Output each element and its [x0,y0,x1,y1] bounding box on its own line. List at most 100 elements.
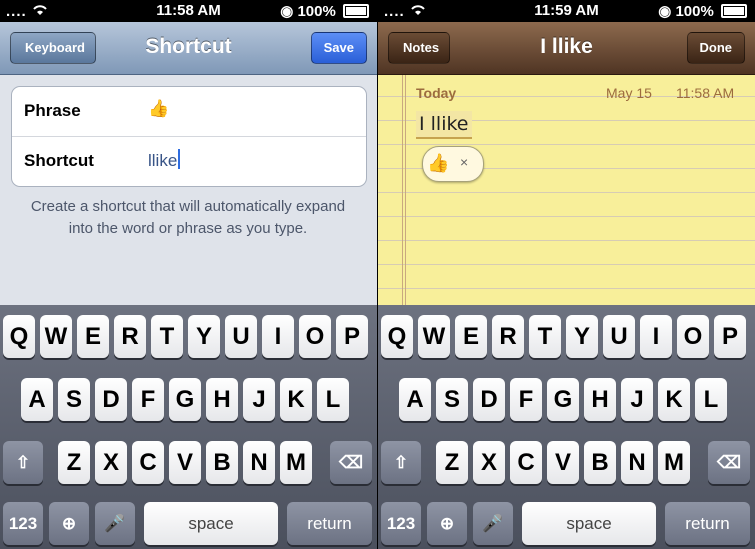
key-k[interactable]: K [658,378,690,421]
key-u[interactable]: U [603,315,635,358]
key-s[interactable]: S [436,378,468,421]
key-l[interactable]: L [695,378,727,421]
space-key[interactable]: space [144,502,278,545]
key-n[interactable]: N [243,441,275,484]
key-b[interactable]: B [206,441,238,484]
microphone-key[interactable]: 🎤 [95,502,135,545]
key-p[interactable]: P [714,315,746,358]
microphone-key[interactable]: 🎤 [473,502,513,545]
globe-key[interactable]: ⊕ [427,502,467,545]
key-n[interactable]: N [621,441,653,484]
key-o[interactable]: O [677,315,709,358]
key-q[interactable]: Q [3,315,35,358]
numbers-key[interactable]: 123 [381,502,421,545]
delete-key[interactable]: ⌫ [708,441,750,484]
key-h[interactable]: H [206,378,238,421]
suggestion-emoji[interactable]: 👍 [427,153,449,174]
battery-area: ◉ 100% [280,2,369,20]
microphone-icon: 🎤 [482,514,504,533]
text-cursor [178,149,181,169]
battery-icon [343,4,369,18]
key-r[interactable]: R [492,315,524,358]
note-paper[interactable] [378,75,755,305]
lock-icon: ◉ [280,3,294,20]
shortcut-text: llike [148,151,178,170]
numbers-key[interactable]: 123 [3,502,43,545]
close-icon[interactable]: × [460,154,468,170]
help-text: Create a shortcut that will automaticall… [30,198,346,237]
key-c[interactable]: C [510,441,542,484]
key-e[interactable]: E [77,315,109,358]
notes-screen: .... 11:59 AM ◉ 100% Notes I llike Done … [378,0,755,549]
key-o[interactable]: O [299,315,331,358]
key-f[interactable]: F [132,378,164,421]
battery-percent: 100% [297,3,336,20]
key-t[interactable]: T [151,315,183,358]
margin-line [402,75,403,305]
key-z[interactable]: Z [58,441,90,484]
key-q[interactable]: Q [381,315,413,358]
delete-key[interactable]: ⌫ [330,441,372,484]
key-d[interactable]: D [95,378,127,421]
key-m[interactable]: M [658,441,690,484]
key-m[interactable]: M [280,441,312,484]
note-time: 11:58 AM [676,85,735,101]
navigation-bar: Notes I llike Done [378,22,755,75]
key-a[interactable]: A [399,378,431,421]
key-g[interactable]: G [169,378,201,421]
autocorrect-suggestion[interactable]: 👍 × [422,146,484,182]
key-r[interactable]: R [114,315,146,358]
note-body-text[interactable]: I llike [416,111,472,139]
key-t[interactable]: T [529,315,561,358]
key-z[interactable]: Z [436,441,468,484]
key-k[interactable]: K [280,378,312,421]
key-e[interactable]: E [455,315,487,358]
phrase-value[interactable]: 👍 [148,99,169,119]
key-g[interactable]: G [547,378,579,421]
shortcut-input[interactable]: llike [148,149,181,171]
key-x[interactable]: X [473,441,505,484]
globe-icon: ⊕ [61,514,77,533]
key-l[interactable]: L [317,378,349,421]
key-v[interactable]: V [169,441,201,484]
globe-icon: ⊕ [439,514,455,533]
shift-icon: ⇧ [393,453,409,472]
key-f[interactable]: F [510,378,542,421]
keyboard: Q W E R T Y U I O P A S D F G H J K L ⇧ … [378,305,755,549]
shortcut-row[interactable]: Shortcut llike [12,137,366,186]
key-j[interactable]: J [621,378,653,421]
margin-line-inner [405,75,406,305]
shift-key[interactable]: ⇧ [3,441,43,484]
key-v[interactable]: V [547,441,579,484]
key-u[interactable]: U [225,315,257,358]
key-d[interactable]: D [473,378,505,421]
done-button[interactable]: Done [686,32,745,64]
shortcut-label: Shortcut [24,151,94,170]
return-key[interactable]: return [287,502,372,545]
key-y[interactable]: Y [566,315,598,358]
key-b[interactable]: B [584,441,616,484]
key-i[interactable]: I [640,315,672,358]
key-w[interactable]: W [40,315,72,358]
battery-percent: 100% [675,3,714,20]
key-x[interactable]: X [95,441,127,484]
return-key[interactable]: return [665,502,750,545]
save-button[interactable]: Save [310,32,367,64]
key-p[interactable]: P [336,315,368,358]
key-j[interactable]: J [243,378,275,421]
key-s[interactable]: S [58,378,90,421]
shift-key[interactable]: ⇧ [381,441,421,484]
key-h[interactable]: H [584,378,616,421]
key-y[interactable]: Y [188,315,220,358]
globe-key[interactable]: ⊕ [49,502,89,545]
microphone-icon: 🎤 [104,514,126,533]
shift-icon: ⇧ [15,453,31,472]
space-key[interactable]: space [522,502,656,545]
status-bar: .... 11:59 AM ◉ 100% [378,0,755,22]
key-a[interactable]: A [21,378,53,421]
phrase-row[interactable]: Phrase 👍 [12,87,366,137]
key-w[interactable]: W [418,315,450,358]
key-c[interactable]: C [132,441,164,484]
key-i[interactable]: I [262,315,294,358]
delete-icon: ⌫ [716,453,742,472]
